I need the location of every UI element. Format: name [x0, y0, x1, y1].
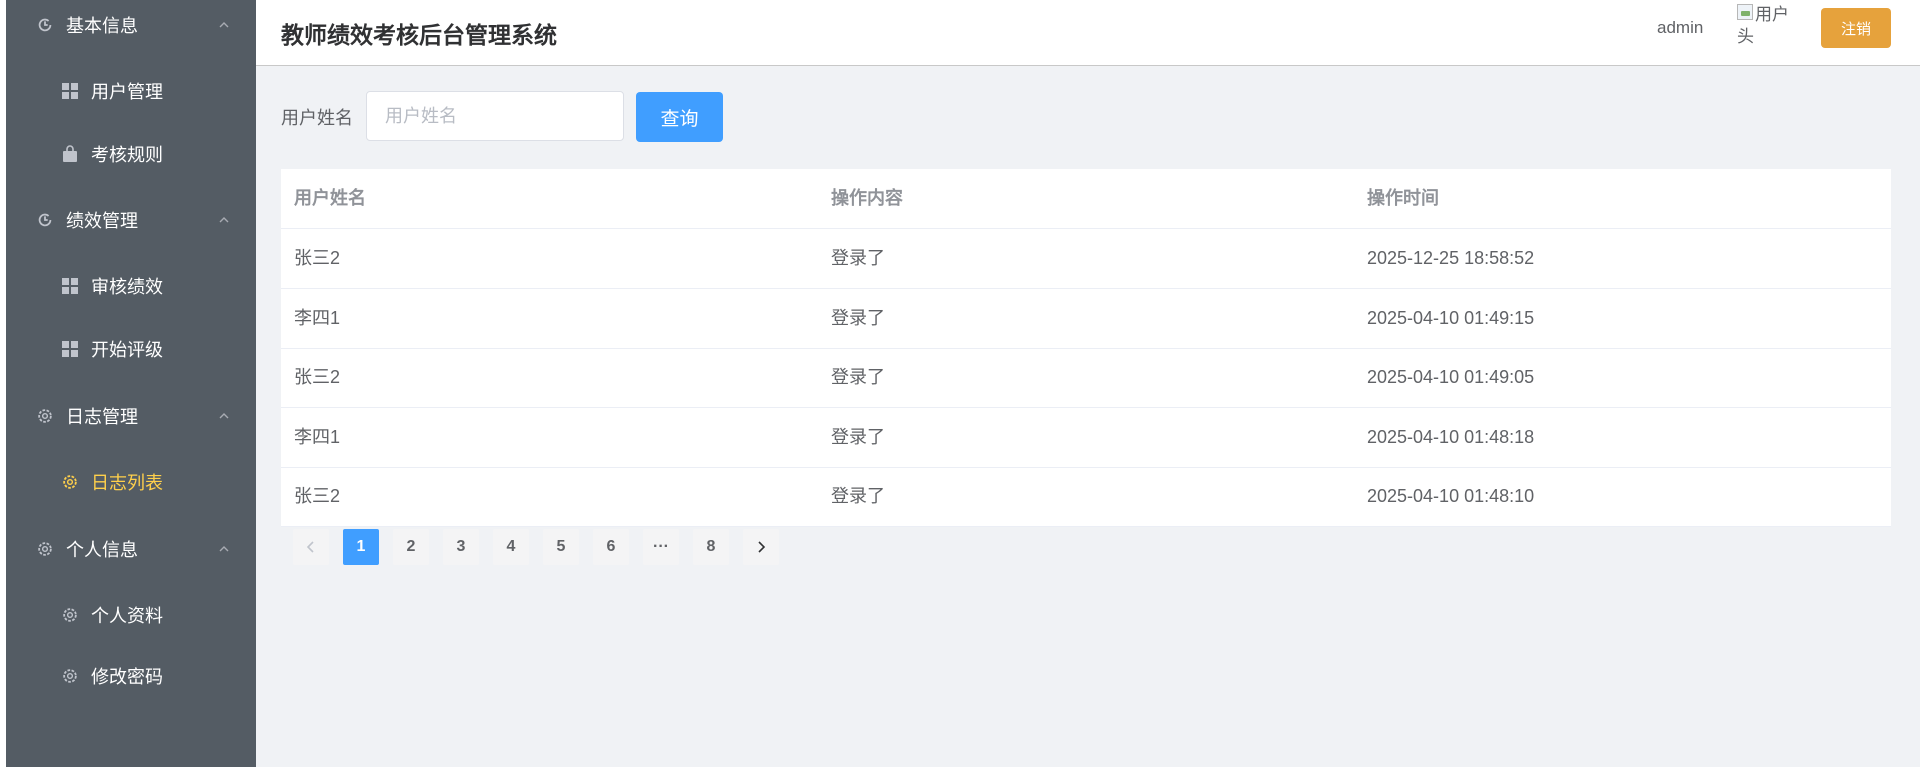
- menu-item-label: 个人资料: [91, 606, 163, 626]
- table-row: 张三2 登录了 2025-12-25 18:58:52: [281, 229, 1891, 289]
- menu-group-logs[interactable]: 日志管理: [6, 391, 256, 441]
- menu-item-label: 用户管理: [91, 82, 163, 102]
- clock-icon: [36, 211, 54, 229]
- menu-group-performance[interactable]: 绩效管理: [6, 195, 256, 245]
- table-row: 李四1 登录了 2025-04-10 01:48:18: [281, 408, 1891, 468]
- page-button-4[interactable]: 4: [493, 529, 529, 565]
- menu-item-start-rating[interactable]: 开始评级: [6, 324, 256, 374]
- search-input[interactable]: [366, 91, 624, 141]
- table-row: 张三2 登录了 2025-04-10 01:49:05: [281, 348, 1891, 408]
- cell-time: 2025-04-10 01:48:18: [1367, 427, 1535, 447]
- cell-action: 登录了: [831, 486, 885, 506]
- query-button[interactable]: 查询: [636, 92, 723, 142]
- grid-icon: [61, 82, 79, 100]
- cell-time: 2025-04-10 01:49:15: [1367, 308, 1535, 328]
- grid-icon: [61, 277, 79, 295]
- log-table: 用户姓名 操作内容 操作时间 张三2 登录了 2025-12-25 18:58:…: [281, 169, 1891, 527]
- chevron-left-icon: [306, 541, 314, 553]
- cell-username: 张三2: [294, 486, 341, 506]
- chevron-up-icon: [218, 214, 230, 226]
- logout-button[interactable]: 注销: [1821, 8, 1891, 48]
- menu-group-label: 绩效管理: [66, 211, 138, 231]
- menu-group-label: 基本信息: [66, 16, 138, 36]
- next-page-button[interactable]: [743, 529, 779, 565]
- chevron-up-icon: [218, 19, 230, 31]
- menu-item-label: 修改密码: [91, 667, 163, 687]
- menu-group-label: 个人信息: [66, 540, 138, 560]
- menu-item-label: 日志列表: [91, 473, 163, 493]
- menu-item-log-list[interactable]: 日志列表: [6, 457, 256, 507]
- page-button-5[interactable]: 5: [543, 529, 579, 565]
- broken-image-icon: [1737, 4, 1753, 20]
- chevron-up-icon: [218, 410, 230, 422]
- page-button-1[interactable]: 1: [343, 529, 379, 565]
- menu-group-basic-info[interactable]: 基本信息: [6, 0, 256, 50]
- grid-icon: [61, 340, 79, 358]
- menu-group-personal-info[interactable]: 个人信息: [6, 524, 256, 574]
- page-button-3[interactable]: 3: [443, 529, 479, 565]
- cell-username: 李四1: [294, 427, 341, 447]
- column-header-action: 操作内容: [831, 188, 903, 208]
- clock-icon: [36, 16, 54, 34]
- sidebar: 基本信息 用户管理 考核规则 绩效管理 审核绩效 开始评级 日志管理 日志列表 …: [6, 0, 256, 767]
- menu-item-user-management[interactable]: 用户管理: [6, 66, 256, 116]
- gear-icon: [61, 473, 79, 491]
- gear-icon: [61, 606, 79, 624]
- gear-icon: [61, 667, 79, 685]
- header: 教师绩效考核后台管理系统 admin 用户头 注销: [256, 0, 1920, 66]
- menu-item-label: 考核规则: [91, 145, 163, 165]
- page-title: 教师绩效考核后台管理系统: [281, 22, 557, 48]
- menu-item-change-password[interactable]: 修改密码: [6, 651, 256, 701]
- table-header: 用户姓名 操作内容 操作时间: [281, 169, 1891, 229]
- cell-username: 张三2: [294, 248, 341, 268]
- menu-group-label: 日志管理: [66, 407, 138, 427]
- column-header-username: 用户姓名: [294, 188, 366, 208]
- menu-item-assessment-rules[interactable]: 考核规则: [6, 129, 256, 179]
- table-row: 李四1 登录了 2025-04-10 01:49:15: [281, 289, 1891, 349]
- cell-time: 2025-12-25 18:58:52: [1367, 248, 1535, 268]
- page-button-8[interactable]: 8: [693, 529, 729, 565]
- cell-action: 登录了: [831, 427, 885, 447]
- gear-icon: [36, 540, 54, 558]
- cell-action: 登录了: [831, 248, 885, 268]
- avatar[interactable]: 用户头: [1737, 4, 1789, 52]
- page-button-6[interactable]: 6: [593, 529, 629, 565]
- cell-action: 登录了: [831, 367, 885, 387]
- cell-time: 2025-04-10 01:48:10: [1367, 486, 1535, 506]
- chevron-right-icon: [758, 541, 766, 553]
- page-button-2[interactable]: 2: [393, 529, 429, 565]
- column-header-time: 操作时间: [1367, 188, 1439, 208]
- username: admin: [1657, 18, 1704, 37]
- chevron-up-icon: [218, 543, 230, 555]
- prev-page-button[interactable]: [293, 529, 329, 565]
- cell-action: 登录了: [831, 308, 885, 328]
- app-root: 基本信息 用户管理 考核规则 绩效管理 审核绩效 开始评级 日志管理 日志列表 …: [0, 0, 1920, 767]
- page-ellipsis-button[interactable]: ···: [643, 529, 679, 565]
- main-content: 用户姓名 查询 用户姓名 操作内容 操作时间 张三2 登录了 2025-12-2…: [256, 66, 1920, 767]
- cell-username: 李四1: [294, 308, 341, 328]
- cell-username: 张三2: [294, 367, 341, 387]
- menu-item-review-performance[interactable]: 审核绩效: [6, 261, 256, 311]
- menu-item-label: 开始评级: [91, 340, 163, 360]
- menu-item-profile[interactable]: 个人资料: [6, 590, 256, 640]
- table-row: 张三2 登录了 2025-04-10 01:48:10: [281, 467, 1891, 527]
- bag-icon: [61, 145, 79, 163]
- menu-item-label: 审核绩效: [91, 277, 163, 297]
- search-label: 用户姓名: [281, 108, 353, 128]
- cell-time: 2025-04-10 01:49:05: [1367, 367, 1535, 387]
- gear-icon: [36, 407, 54, 425]
